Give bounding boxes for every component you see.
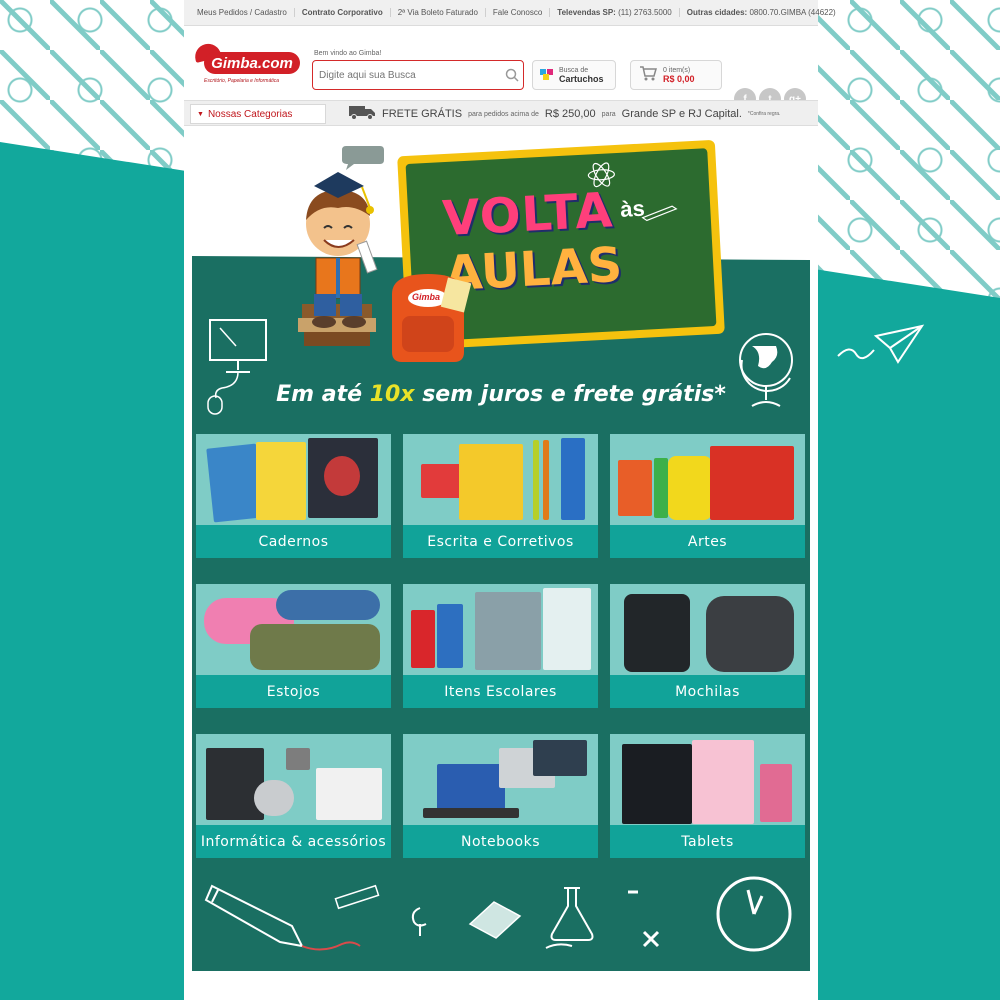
frete-region: Grande SP e RJ Capital. [621, 108, 742, 120]
category-label: Estojos [196, 675, 391, 708]
frete-para: para [601, 110, 616, 118]
category-image-informatica [196, 734, 391, 825]
frete-amount: R$ 250,00 [544, 108, 596, 120]
category-card-mochilas[interactable]: Mochilas [610, 584, 805, 708]
header: Gimba.com Escritório, Papelaria e Inform… [184, 26, 818, 110]
category-grid: Cadernos Escrita e Corretivos Artes Esto… [196, 434, 805, 858]
caret-down-icon: ▼ [197, 110, 204, 118]
volta-text: VOLTA [441, 182, 615, 248]
category-image-notebooks [403, 734, 598, 825]
search-icon[interactable] [501, 64, 523, 86]
category-label: Escrita e Corretivos [403, 525, 598, 558]
category-card-escrita[interactable]: Escrita e Corretivos [403, 434, 598, 558]
top-bar: Meus Pedidos / Cadastro Contrato Corpora… [184, 0, 836, 26]
clock-doodle [716, 876, 792, 952]
truck-icon [348, 104, 376, 125]
nav-bar: ▼ Nossas Categorias FRETE GRÁTIS para pe… [184, 100, 818, 126]
promo-pre: Em até [276, 382, 363, 407]
category-label: Informática & acessórios [196, 825, 391, 858]
category-label: Artes [610, 525, 805, 558]
category-card-informatica[interactable]: Informática & acessórios [196, 734, 391, 858]
atom-doodle-icon [587, 162, 615, 188]
ruler-doodle [334, 884, 380, 910]
cart-items: 0 item(s) [663, 66, 691, 74]
eraser-doodle [468, 901, 522, 939]
other-cities-number: 0800.70.GIMBA (44622) [749, 8, 836, 17]
logo-text: Gimba.com [204, 52, 300, 74]
promo-text: Em até 10x sem juros e frete grátis* [192, 382, 810, 407]
top-link-boleto[interactable]: 2ª Via Boleto Faturado [391, 8, 486, 17]
category-label: Itens Escolares [403, 675, 598, 708]
category-label: Mochilas [610, 675, 805, 708]
category-label: Notebooks [403, 825, 598, 858]
categories-label: Nossas Categorias [207, 108, 293, 120]
cartridge-label-2: Cartuchos [559, 73, 604, 84]
back-to-school-banner: VOLTA às AULAS Gimba Em até 10x sem juro… [192, 128, 810, 971]
top-link-corporate[interactable]: Contrato Corporativo [295, 8, 391, 17]
math-signs-doodle [628, 890, 660, 948]
chalk-pencil-icon [641, 205, 678, 222]
logo-subtitle: Escritório, Papelaria e Informática [204, 78, 280, 84]
cart-total: R$ 0,00 [663, 73, 695, 84]
cartridge-search-button[interactable]: Busca de Cartuchos [532, 60, 616, 90]
promo-highlight: 10x [369, 382, 415, 407]
backpack-illustration [392, 274, 472, 362]
other-cities-info: Outras cidades: 0800.70.GIMBA (44622) [680, 8, 843, 17]
cart-button[interactable]: 0 item(s) R$ 0,00 [630, 60, 722, 90]
frete-condition: para pedidos acima de [468, 110, 539, 118]
promo-post: sem juros e frete grátis* [422, 382, 726, 407]
category-image-artes [610, 434, 805, 525]
frete-rules-link[interactable]: *Confira regra. [748, 111, 781, 117]
televendas-number: (11) 2763.5000 [618, 8, 672, 17]
cartridge-label-1: Busca de [559, 66, 589, 74]
category-label: Tablets [610, 825, 805, 858]
other-cities-label: Outras cidades: [686, 8, 748, 17]
category-card-itens-escolares[interactable]: Itens Escolares [403, 584, 598, 708]
free-shipping-banner: FRETE GRÁTIS para pedidos acima de R$ 25… [348, 101, 780, 127]
top-link-orders[interactable]: Meus Pedidos / Cadastro [190, 8, 295, 17]
category-image-mochilas [610, 584, 805, 675]
category-image-tablets [610, 734, 805, 825]
search-box [312, 60, 524, 90]
televendas-info: Televendas SP: (11) 2763.5000 [550, 8, 680, 17]
flask-doodle [545, 887, 594, 949]
paper-plane-doodle [837, 324, 925, 364]
welcome-text: Bem vindo ao Gimba! [314, 50, 382, 57]
category-image-cadernos [196, 434, 391, 525]
category-card-notebooks[interactable]: Notebooks [403, 734, 598, 858]
category-label: Cadernos [196, 525, 391, 558]
category-image-estojos [196, 584, 391, 675]
category-card-tablets[interactable]: Tablets [610, 734, 805, 858]
page-frame: Meus Pedidos / Cadastro Contrato Corpora… [184, 0, 836, 1000]
category-card-estojos[interactable]: Estojos [196, 584, 391, 708]
backpack-logo: Gimba [412, 292, 441, 302]
category-image-itens-escolares [403, 584, 598, 675]
search-input[interactable] [313, 69, 501, 81]
sharpener-doodle [411, 907, 427, 936]
category-card-artes[interactable]: Artes [610, 434, 805, 558]
televendas-label: Televendas SP: [557, 8, 616, 17]
category-card-cadernos[interactable]: Cadernos [196, 434, 391, 558]
category-image-escrita [403, 434, 598, 525]
categories-dropdown[interactable]: ▼ Nossas Categorias [190, 104, 326, 124]
gimba-logo[interactable]: Gimba.com Escritório, Papelaria e Inform… [192, 38, 304, 90]
frete-gratis: FRETE GRÁTIS [382, 108, 463, 120]
top-link-contact[interactable]: Fale Conosco [486, 8, 551, 17]
cart-icon [639, 65, 657, 86]
cartridge-icon [539, 65, 555, 86]
